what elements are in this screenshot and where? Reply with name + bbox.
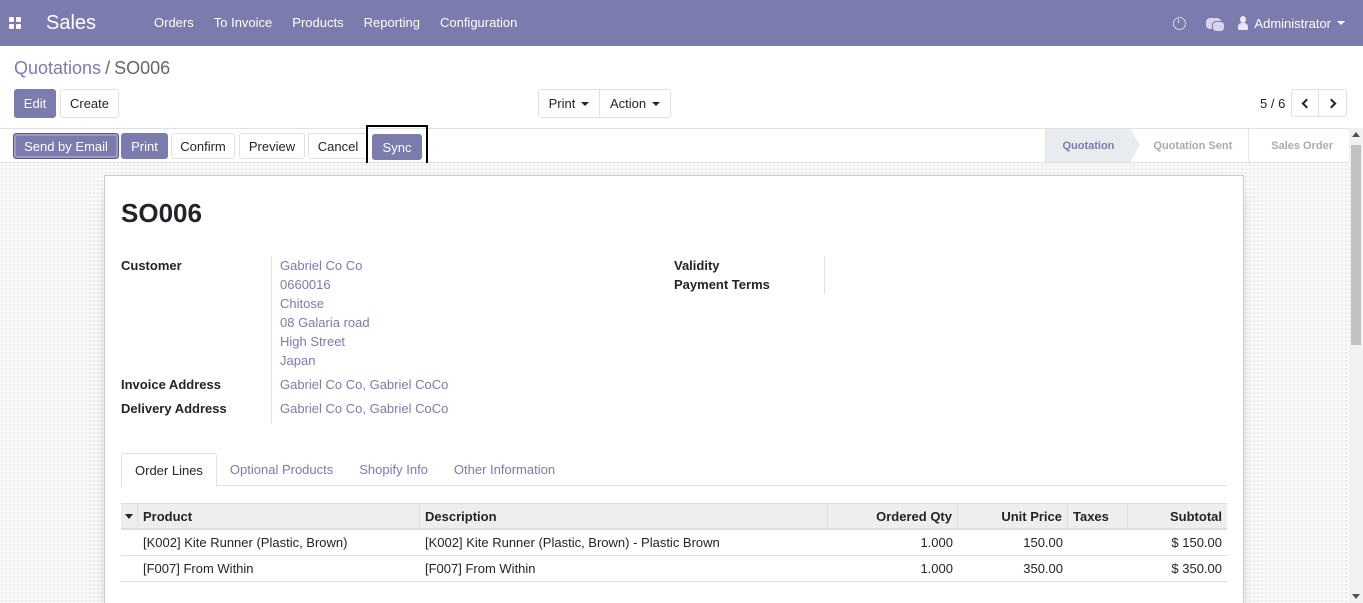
print-dropdown-label: Print bbox=[548, 96, 576, 111]
chevron-left-icon bbox=[1301, 98, 1312, 108]
cell-subtotal: $ 350.00 bbox=[1171, 561, 1222, 576]
chevron-right-icon bbox=[1326, 98, 1337, 108]
menu-item-orders[interactable]: Orders bbox=[144, 0, 204, 46]
chevron-down-icon bbox=[652, 101, 661, 106]
handle-column-header[interactable] bbox=[121, 504, 138, 528]
field-divider bbox=[824, 256, 825, 294]
pager-previous-button[interactable] bbox=[1291, 89, 1320, 117]
stage-quotation-sent[interactable]: Quotation Sent bbox=[1130, 129, 1249, 162]
column-header-ordered-qty[interactable]: Ordered Qty bbox=[828, 504, 958, 528]
edit-button[interactable]: Edit bbox=[14, 89, 56, 118]
vertical-scrollbar[interactable] bbox=[1349, 128, 1363, 603]
cancel-button[interactable]: Cancel bbox=[308, 133, 368, 159]
pager-value[interactable]: 5 / 6 bbox=[1260, 96, 1285, 111]
print-dropdown[interactable]: Print bbox=[538, 89, 600, 118]
create-button[interactable]: Create bbox=[60, 89, 119, 118]
user-name: Administrator bbox=[1254, 15, 1331, 31]
chevron-down-icon bbox=[1337, 21, 1345, 25]
action-dropdown[interactable]: Action bbox=[600, 89, 671, 118]
navbar-right: Administrator bbox=[1162, 0, 1363, 46]
user-menu[interactable]: Administrator bbox=[1230, 16, 1363, 31]
tab-optional-products[interactable]: Optional Products bbox=[217, 453, 346, 486]
activity-clock-icon[interactable] bbox=[1162, 0, 1196, 46]
preview-button[interactable]: Preview bbox=[239, 133, 305, 159]
scroll-thumb[interactable] bbox=[1351, 145, 1361, 345]
cell-ordered-qty: 1.000 bbox=[920, 561, 953, 576]
payment-terms-label: Payment Terms bbox=[674, 277, 770, 292]
cell-description: [K002] Kite Runner (Plastic, Brown) - Pl… bbox=[425, 535, 720, 550]
form-sheet: SO006 Customer Gabriel Co Co 0660016 Chi… bbox=[104, 175, 1244, 603]
column-header-product[interactable]: Product bbox=[138, 504, 420, 528]
column-header-taxes[interactable]: Taxes bbox=[1068, 504, 1128, 528]
chevron-down-icon bbox=[581, 101, 590, 106]
breadcrumb-quotations[interactable]: Quotations bbox=[14, 58, 101, 78]
menu-item-configuration[interactable]: Configuration bbox=[430, 0, 527, 46]
app-name[interactable]: Sales bbox=[46, 12, 141, 35]
customer-address-line[interactable]: Japan bbox=[280, 353, 315, 368]
customer-label: Customer bbox=[121, 258, 182, 273]
customer-address-line[interactable]: 0660016 bbox=[280, 277, 331, 292]
row-handle bbox=[121, 556, 138, 581]
column-header-description[interactable]: Description bbox=[420, 504, 828, 528]
sync-highlight-box: Sync bbox=[366, 125, 428, 168]
pager-next-button[interactable] bbox=[1319, 89, 1348, 117]
cell-unit-price: 350.00 bbox=[1023, 561, 1063, 576]
action-dropdown-label: Action bbox=[609, 96, 647, 111]
stage-quotation: Quotation bbox=[1045, 129, 1141, 162]
cell-description: [F007] From Within bbox=[425, 561, 536, 576]
notebook-tabs: Order Lines Optional Products Shopify In… bbox=[121, 453, 1227, 487]
cell-ordered-qty: 1.000 bbox=[920, 535, 953, 550]
user-icon bbox=[1238, 16, 1249, 30]
customer-name-link[interactable]: Gabriel Co Co bbox=[280, 258, 362, 273]
pager: 5 / 6 bbox=[1260, 89, 1348, 117]
main-menu: Orders To Invoice Products Reporting Con… bbox=[144, 0, 527, 46]
customer-address-line[interactable]: 08 Galaria road bbox=[280, 315, 370, 330]
column-header-unit-price[interactable]: Unit Price bbox=[958, 504, 1068, 528]
apps-menu-icon[interactable] bbox=[1, 0, 29, 46]
customer-address-line[interactable]: High Street bbox=[280, 334, 345, 349]
cell-subtotal: $ 150.00 bbox=[1171, 535, 1222, 550]
cell-product: [F007] From Within bbox=[143, 561, 254, 576]
messaging-chat-icon[interactable] bbox=[1196, 0, 1230, 46]
invoice-address-link[interactable]: Gabriel Co Co, Gabriel CoCo bbox=[280, 377, 448, 392]
menu-item-to-invoice[interactable]: To Invoice bbox=[204, 0, 283, 46]
print-button[interactable]: Print bbox=[121, 133, 168, 159]
invoice-address-label: Invoice Address bbox=[121, 377, 221, 392]
delivery-address-link[interactable]: Gabriel Co Co, Gabriel CoCo bbox=[280, 401, 448, 416]
breadcrumb-current: SO006 bbox=[114, 58, 171, 78]
delivery-address-label: Delivery Address bbox=[121, 401, 227, 416]
print-action-group: Print Action bbox=[538, 89, 671, 118]
customer-address-line[interactable]: Chitose bbox=[280, 296, 324, 311]
send-by-email-button[interactable]: Send by Email bbox=[13, 133, 119, 159]
scroll-up-arrow-icon[interactable] bbox=[1352, 132, 1360, 137]
menu-item-reporting[interactable]: Reporting bbox=[354, 0, 430, 46]
cell-taxes bbox=[1068, 530, 1128, 555]
caret-down-icon bbox=[125, 513, 133, 519]
column-header-subtotal[interactable]: Subtotal bbox=[1128, 504, 1227, 528]
form-statusbar: Send by Email Print Confirm Preview Canc… bbox=[0, 125, 1349, 168]
cell-unit-price: 150.00 bbox=[1023, 535, 1063, 550]
status-stages: Quotation Quotation Sent Sales Order bbox=[1045, 129, 1349, 162]
stage-sales-order[interactable]: Sales Order bbox=[1248, 129, 1349, 162]
order-lines-table: Product Description Ordered Qty Unit Pri… bbox=[121, 503, 1227, 582]
scroll-down-arrow-icon[interactable] bbox=[1352, 594, 1360, 599]
cell-product: [K002] Kite Runner (Plastic, Brown) bbox=[143, 535, 348, 550]
row-handle bbox=[121, 530, 138, 555]
cell-taxes bbox=[1068, 556, 1128, 581]
tab-other-information[interactable]: Other Information bbox=[441, 453, 568, 486]
validity-label: Validity bbox=[674, 258, 720, 273]
top-navbar: Sales Orders To Invoice Products Reporti… bbox=[0, 0, 1363, 46]
menu-item-products[interactable]: Products bbox=[282, 0, 353, 46]
breadcrumb-separator: / bbox=[105, 58, 111, 78]
tab-order-lines[interactable]: Order Lines bbox=[121, 453, 217, 487]
table-row[interactable]: [F007] From Within [F007] From Within 1.… bbox=[121, 556, 1227, 582]
confirm-button[interactable]: Confirm bbox=[171, 133, 235, 159]
order-name: SO006 bbox=[121, 198, 202, 228]
tab-shopify-info[interactable]: Shopify Info bbox=[346, 453, 441, 486]
table-header: Product Description Ordered Qty Unit Pri… bbox=[121, 503, 1227, 530]
field-divider bbox=[271, 256, 272, 424]
breadcrumb: Quotations / SO006 bbox=[14, 58, 170, 79]
table-row[interactable]: [K002] Kite Runner (Plastic, Brown) [K00… bbox=[121, 530, 1227, 556]
sync-button[interactable]: Sync bbox=[372, 134, 422, 160]
